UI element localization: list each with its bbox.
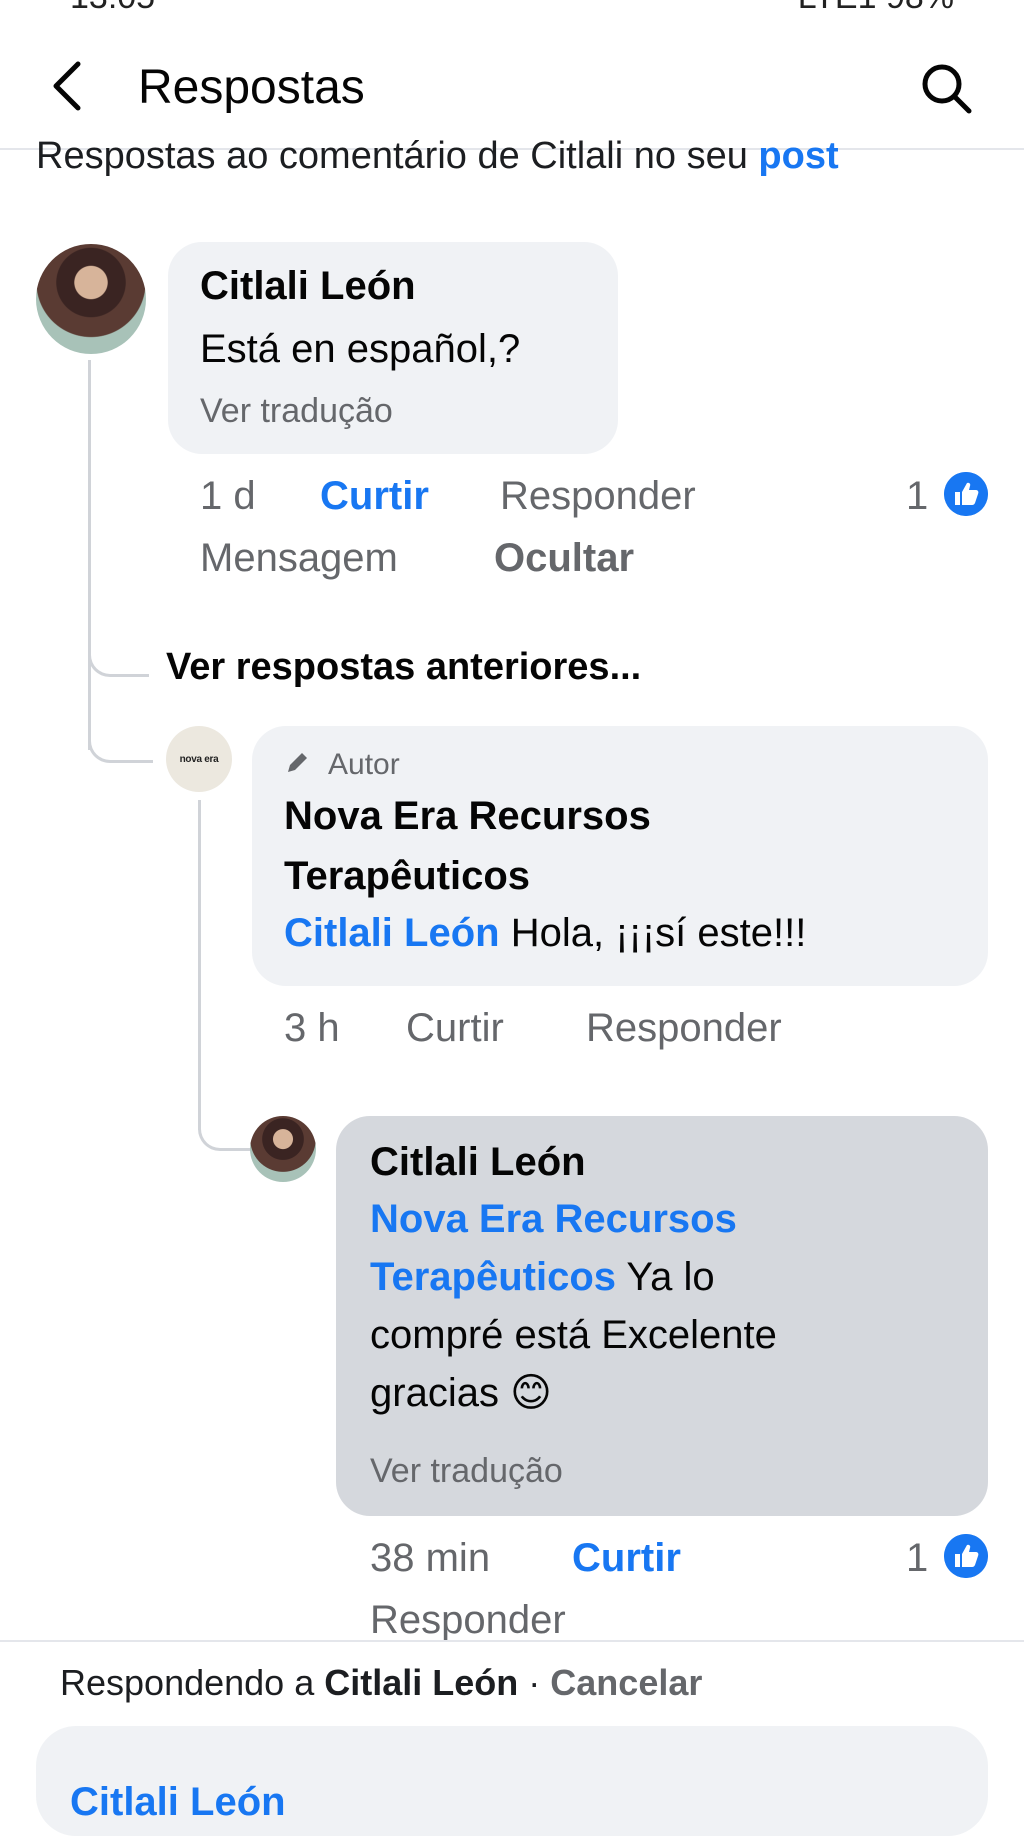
page-title: Respostas [138, 61, 365, 114]
comment-bubble-highlighted[interactable]: Citlali León Nova Era Recursos Terapêuti… [336, 1116, 988, 1516]
author-badge: Autor [328, 748, 400, 781]
top-app-bar: Respostas [0, 22, 1024, 150]
comment-bubble[interactable]: Citlali León Está en español,? Ver tradu… [168, 242, 618, 454]
cancel-reply-button[interactable]: Cancelar [550, 1662, 702, 1703]
status-indicators: LTE1 98% [798, 0, 954, 17]
see-translation-link[interactable]: Ver tradução [200, 392, 393, 431]
see-translation-link[interactable]: Ver tradução [370, 1452, 563, 1491]
thread-curve-3 [198, 1110, 251, 1151]
thread-curve-2 [88, 726, 153, 763]
avatar[interactable]: nova era [166, 726, 232, 792]
comment-author[interactable]: Citlali León [370, 1140, 586, 1185]
context-line: Respostas ao comentário de Citlali no se… [36, 135, 839, 178]
comment-text: Está en español,? [200, 327, 521, 371]
thread-line-main [88, 360, 91, 750]
comment-bubble[interactable]: Autor Nova Era Recursos Terapêuticos Cit… [252, 726, 988, 986]
comment-time: 1 d [200, 474, 256, 518]
comment-body: Hola, ¡¡¡sí este!!! [510, 911, 807, 955]
search-icon[interactable] [918, 60, 974, 116]
reply-button[interactable]: Responder [370, 1598, 566, 1643]
comment-text: Nova Era Recursos Terapêuticos Ya lo com… [370, 1197, 777, 1415]
comment-author[interactable]: Citlali León [200, 264, 416, 309]
mention-link[interactable]: Citlali León [284, 911, 500, 955]
comment-time: 3 h [284, 1006, 340, 1050]
like-count: 1 [906, 474, 929, 518]
avatar[interactable] [36, 244, 146, 354]
comment-text: Citlali León Hola, ¡¡¡sí este!!! [284, 904, 806, 962]
hide-button[interactable]: Ocultar [494, 536, 634, 581]
status-bar: 13:05 LTE1 98% [0, 0, 1024, 22]
comment-author[interactable]: Nova Era Recursos [284, 794, 651, 839]
comment-input-value[interactable]: Citlali León [70, 1780, 286, 1825]
like-thumb-icon [944, 1534, 988, 1578]
like-button[interactable]: Curtir [406, 1006, 504, 1051]
like-count: 1 [906, 1536, 929, 1580]
like-thumb-icon [944, 472, 988, 516]
view-previous-replies[interactable]: Ver respostas anteriores... [166, 646, 641, 689]
context-prefix: Respostas ao comentário de Citlali no se… [36, 135, 748, 177]
comment-author-cont[interactable]: Terapêuticos [284, 854, 530, 899]
back-arrow-icon[interactable] [46, 60, 90, 112]
smile-emoji: 😊 [510, 1371, 552, 1415]
post-link[interactable]: post [758, 135, 838, 177]
replying-name: Citlali León [324, 1662, 519, 1703]
thread-line-reply [198, 800, 201, 1130]
mention-link[interactable]: Nova Era Recursos [370, 1197, 737, 1241]
mention-link-cont[interactable]: Terapêuticos [370, 1255, 616, 1299]
replying-prefix: Respondendo a [60, 1662, 315, 1703]
thread-curve-1 [88, 640, 149, 677]
separator-dot: · [528, 1662, 541, 1703]
avatar[interactable] [250, 1116, 316, 1182]
message-button[interactable]: Mensagem [200, 536, 398, 581]
status-time: 13:05 [70, 0, 155, 17]
like-button[interactable]: Curtir [320, 474, 429, 519]
pencil-icon [288, 753, 307, 772]
like-button[interactable]: Curtir [572, 1536, 681, 1581]
replying-text: Respondendo a Citlali León · Cancelar [60, 1662, 702, 1704]
avatar-logo-text: nova era [179, 753, 219, 765]
comment-time: 38 min [370, 1536, 491, 1580]
reply-button[interactable]: Responder [586, 1006, 782, 1051]
reply-button[interactable]: Responder [500, 474, 696, 519]
